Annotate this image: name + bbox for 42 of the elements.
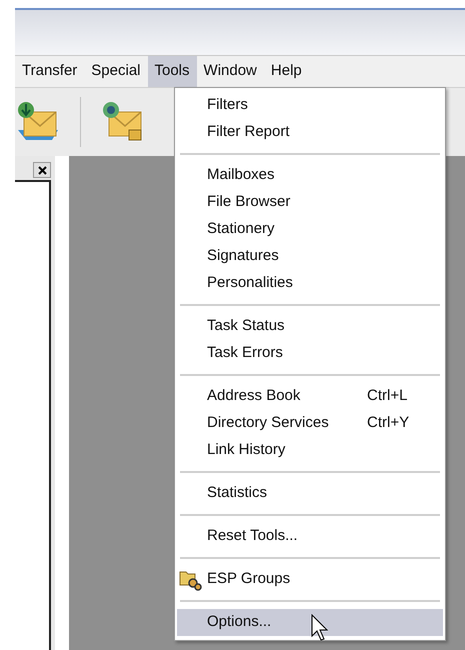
menu-item[interactable]: Link History bbox=[180, 437, 440, 464]
menu-item-label: Task Status bbox=[207, 316, 285, 336]
menu-item[interactable]: Reset Tools... bbox=[180, 523, 440, 550]
menu-item-label: Options... bbox=[207, 612, 272, 632]
menu-item-label: Address Book bbox=[207, 386, 302, 406]
close-icon bbox=[38, 166, 46, 174]
shortcut-label: Ctrl+Y bbox=[367, 413, 410, 434]
menu-item[interactable]: File Browser bbox=[180, 189, 440, 216]
menu-item[interactable]: Address Book Ctrl+L bbox=[180, 383, 440, 410]
menu-item-label: Filter Report bbox=[207, 122, 290, 142]
menu-item[interactable]: Task Errors bbox=[180, 340, 440, 367]
menu-item[interactable]: Stationery bbox=[180, 216, 440, 243]
menu-item-label: Reset Tools... bbox=[207, 526, 298, 546]
menu-item[interactable]: Filters bbox=[180, 92, 440, 119]
folder-gears-icon bbox=[179, 569, 203, 591]
menu-bar-item[interactable]: Special bbox=[84, 56, 148, 87]
menu-item[interactable]: Filter Report bbox=[180, 119, 440, 146]
menu-item-label: Statistics bbox=[207, 483, 268, 504]
menu-item-label: Task Errors bbox=[207, 343, 283, 364]
menu-item-label: ESP Groups bbox=[207, 569, 290, 590]
menu-item[interactable]: ESP Groups bbox=[180, 566, 440, 593]
menu-bar-item[interactable]: Window bbox=[196, 56, 264, 87]
menu-item[interactable]: Statistics bbox=[180, 480, 440, 507]
menu-bar-item[interactable]: Transfer bbox=[15, 56, 84, 87]
shortcut-label: Ctrl+L bbox=[367, 386, 408, 406]
menu-item-label: Personalities bbox=[207, 273, 293, 294]
menu-item-label: File Browser bbox=[207, 192, 290, 212]
menu-item[interactable]: Options... bbox=[177, 609, 443, 636]
menu-item[interactable]: Task Status bbox=[180, 313, 440, 340]
menu-bar-item[interactable]: Tools bbox=[148, 56, 197, 87]
close-button[interactable] bbox=[33, 162, 51, 178]
menu-item[interactable]: Mailboxes bbox=[180, 162, 440, 189]
menu-item[interactable]: Directory Services Ctrl+Y bbox=[180, 410, 440, 437]
menu-item-label: Directory Services bbox=[207, 413, 330, 434]
menu-item-label: Stationery bbox=[207, 219, 275, 240]
menu-item-label: Signatures bbox=[207, 246, 279, 266]
menu-item-label: Link History bbox=[207, 440, 286, 460]
menu-item[interactable]: Personalities bbox=[180, 270, 440, 297]
menu-item-label: Filters bbox=[207, 95, 248, 116]
menu-bar-item[interactable]: Help bbox=[264, 56, 309, 87]
menu-item-label: Mailboxes bbox=[207, 165, 275, 186]
menu-item[interactable]: Signatures bbox=[180, 243, 440, 270]
